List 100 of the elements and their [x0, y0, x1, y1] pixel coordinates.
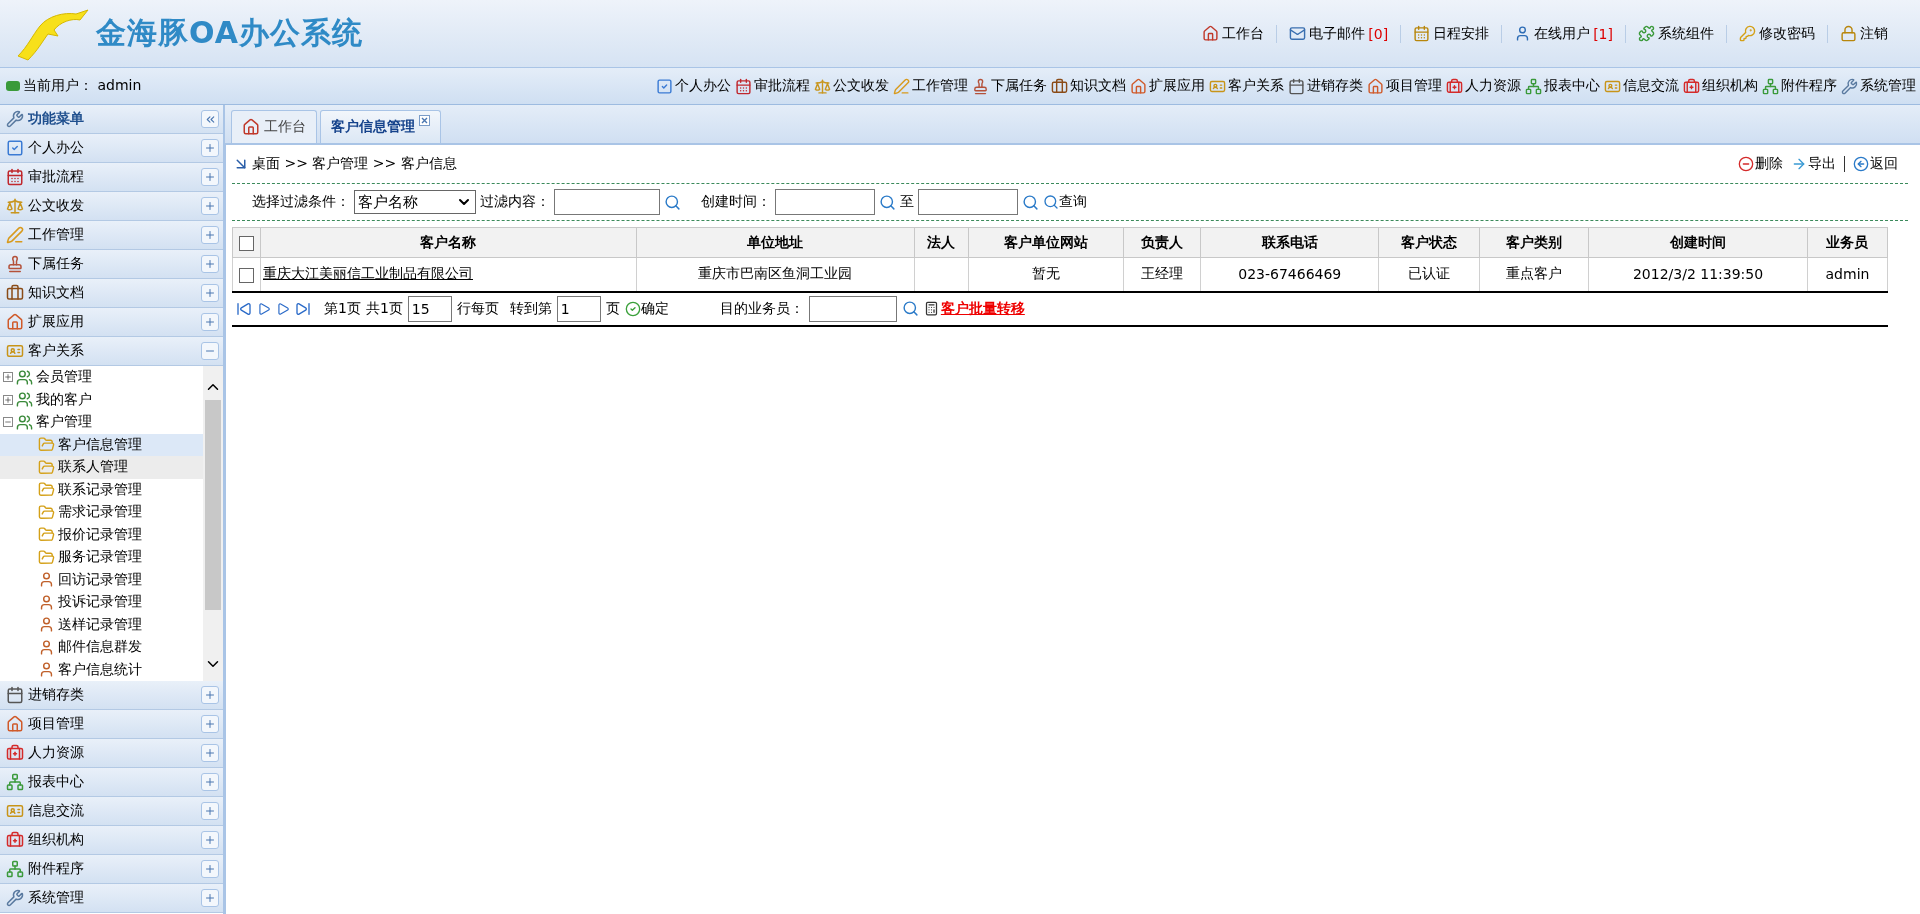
confirm-link[interactable]: 确定	[624, 299, 669, 318]
collapse-button[interactable]	[201, 342, 219, 360]
menu-group-header[interactable]: 工作管理	[0, 221, 223, 250]
module-link[interactable]: 工作管理	[893, 77, 968, 95]
menu-group-header[interactable]: 知识文档	[0, 279, 223, 308]
module-link[interactable]: 审批流程	[735, 77, 810, 95]
toolbar-link[interactable]: 删除	[1738, 155, 1783, 173]
header-link[interactable]: 注销	[1827, 24, 1900, 43]
plus-icon	[204, 834, 216, 846]
toolbar-link[interactable]: 返回	[1853, 155, 1898, 173]
module-link[interactable]: 人力资源	[1446, 77, 1521, 95]
expand-button[interactable]	[201, 226, 219, 244]
plus-icon	[204, 892, 216, 904]
module-link[interactable]: 系统管理	[1841, 77, 1916, 95]
module-link[interactable]: 报表中心	[1525, 77, 1600, 95]
module-link[interactable]: 公文收发	[814, 77, 889, 95]
module-link[interactable]: 个人办公	[656, 77, 731, 95]
toolbar-link[interactable]: 导出	[1791, 155, 1836, 173]
module-link[interactable]: 客户关系	[1209, 77, 1284, 95]
checkbox[interactable]	[239, 235, 254, 251]
date-input[interactable]	[918, 189, 1018, 215]
expand-button[interactable]	[201, 860, 219, 878]
expand-button[interactable]	[201, 686, 219, 704]
module-link[interactable]: 知识文档	[1051, 77, 1126, 95]
collapse-button[interactable]	[201, 110, 219, 128]
plus-icon	[204, 316, 216, 328]
header-link[interactable]: 修改密码	[1726, 24, 1827, 43]
menu-group-header[interactable]: 附件程序	[0, 855, 223, 884]
menu-group-header[interactable]: 个人办公	[0, 134, 223, 163]
menu-group-header[interactable]: 项目管理	[0, 710, 223, 739]
folder-icon	[38, 481, 55, 499]
module-link[interactable]: 信息交流	[1604, 77, 1679, 95]
briefcase-icon	[6, 831, 24, 849]
menu-group-label: 人力资源	[28, 744, 85, 762]
expand-button[interactable]	[201, 889, 219, 907]
expand-button[interactable]	[201, 313, 219, 331]
menu-group-header[interactable]: 公文收发	[0, 192, 223, 221]
target-salesman-label: 目的业务员：	[719, 299, 804, 318]
tree-leaf[interactable]: 客户信息管理	[0, 433, 203, 456]
wrench-icon	[6, 110, 24, 128]
module-link[interactable]: 扩展应用	[1130, 77, 1205, 95]
scrollbar[interactable]	[203, 366, 223, 681]
module-link[interactable]: 进销存类	[1288, 77, 1363, 95]
menu-group-header[interactable]: 审批流程	[0, 163, 223, 192]
condition-select[interactable]: 客户名称	[354, 190, 476, 214]
module-link[interactable]: 项目管理	[1367, 77, 1442, 95]
search-icon	[664, 193, 681, 211]
menu-group-header[interactable]: 客户关系	[0, 337, 223, 366]
header-link[interactable]: 电子邮件 [0]	[1276, 24, 1401, 43]
module-link[interactable]: 附件程序	[1762, 77, 1837, 95]
batch-transfer-link[interactable]: 客户批量转移	[923, 299, 1025, 318]
tab[interactable]: 工作台	[231, 110, 317, 143]
expand-button[interactable]	[201, 139, 219, 157]
menu-group-header[interactable]: 信息交流	[0, 797, 223, 826]
house-icon	[6, 715, 24, 733]
header-link[interactable]: 工作台	[1190, 24, 1277, 43]
salesman-input[interactable]	[808, 295, 897, 322]
wrench-icon	[1841, 77, 1858, 95]
expand-button[interactable]	[201, 168, 219, 186]
wrench-icon	[6, 889, 24, 907]
query-link[interactable]: 查询	[1043, 193, 1087, 211]
tree-leaf[interactable]: 联系人管理	[0, 456, 203, 479]
date-input[interactable]	[775, 189, 875, 215]
expand-toggle-icon[interactable]	[3, 394, 13, 405]
header-link[interactable]: 日程安排	[1400, 24, 1502, 43]
menu-group-header[interactable]: 进销存类	[0, 681, 223, 710]
page-size-input[interactable]: 15	[407, 295, 452, 322]
column-header: 创建时间	[1588, 227, 1808, 258]
plus-icon	[204, 171, 216, 183]
menu-group-header[interactable]: 报表中心	[0, 768, 223, 797]
search-icon	[1043, 194, 1059, 210]
checkbox[interactable]	[239, 267, 254, 283]
menu-group-header[interactable]: 系统管理	[0, 884, 223, 913]
expand-toggle-icon[interactable]	[3, 372, 13, 383]
expand-button[interactable]	[201, 284, 219, 302]
tab[interactable]: 客户信息管理	[320, 110, 441, 143]
expand-button[interactable]	[201, 744, 219, 762]
calendar-icon	[1288, 77, 1305, 95]
close-icon[interactable]	[419, 115, 430, 126]
briefcase-icon	[6, 744, 24, 762]
expand-button[interactable]	[201, 831, 219, 849]
expand-button[interactable]	[201, 255, 219, 273]
plus-icon	[204, 258, 216, 270]
expand-button[interactable]	[201, 802, 219, 820]
expand-button[interactable]	[201, 715, 219, 733]
users-icon	[16, 391, 33, 409]
menu-group-header[interactable]: 人力资源	[0, 739, 223, 768]
filter-input[interactable]	[554, 189, 660, 215]
expand-button[interactable]	[201, 197, 219, 215]
module-link[interactable]: 下属任务	[972, 77, 1047, 95]
menu-group-header[interactable]: 下属任务	[0, 250, 223, 279]
goto-page-input[interactable]: 1	[556, 295, 601, 322]
menu-group-header[interactable]: 组织机构	[0, 826, 223, 855]
scrollbar-thumb[interactable]	[205, 400, 221, 610]
menu-group-header[interactable]: 扩展应用	[0, 308, 223, 337]
header-link[interactable]: 在线用户 [1]	[1501, 24, 1625, 43]
expand-button[interactable]	[201, 773, 219, 791]
module-link[interactable]: 组织机构	[1683, 77, 1758, 95]
header-link[interactable]: 系统组件	[1625, 24, 1726, 43]
collapse-toggle-icon[interactable]	[3, 417, 13, 428]
